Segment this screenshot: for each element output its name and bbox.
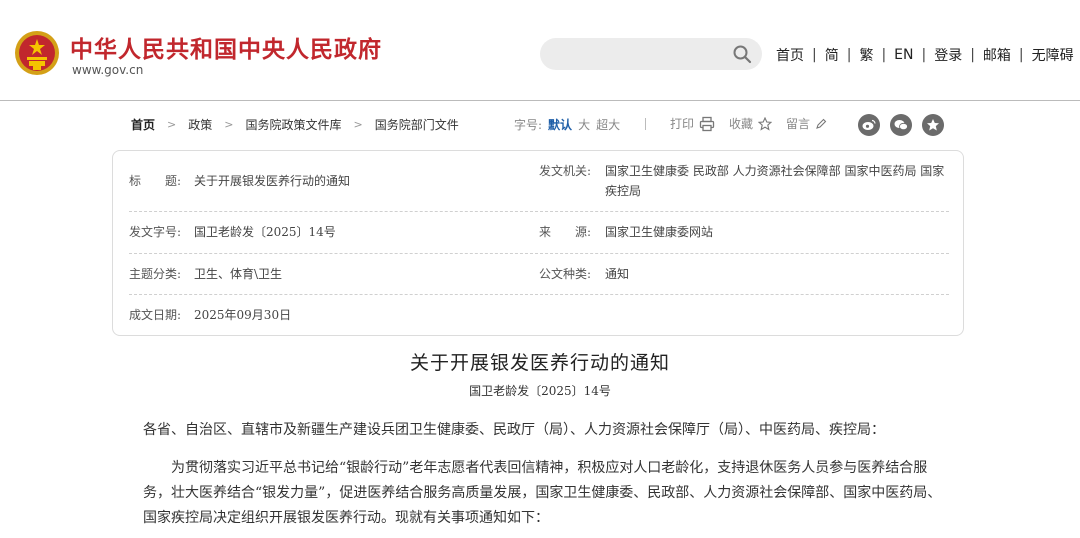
star-icon xyxy=(758,116,773,131)
article-tools: 打印 收藏 留言 xyxy=(670,115,841,132)
source-label: 来 源: xyxy=(539,225,592,239)
doc-type-value: 通知 xyxy=(605,267,630,281)
nav-divider: | xyxy=(921,47,927,63)
nav-divider: | xyxy=(970,47,975,63)
doc-number-value: 国卫老龄发〔2025〕14号 xyxy=(194,225,336,239)
nav-divider: | xyxy=(812,47,817,63)
nav-simplified[interactable]: 简 xyxy=(825,45,839,65)
issuer-field: 发文机关: 国家卫生健康委 民政部 人力资源社会保障部 国家中医药局 国家疾控局 xyxy=(539,161,949,201)
breadcrumb: 首页 > 政策 > 国务院政策文件库 > 国务院部门文件 xyxy=(131,116,459,133)
source-value: 国家卫生健康委网站 xyxy=(605,225,714,239)
national-emblem-icon[interactable] xyxy=(14,30,60,76)
nav-login[interactable]: 登录 xyxy=(934,45,962,65)
qzone-icon[interactable] xyxy=(922,114,944,136)
nav-divider: | xyxy=(881,47,887,63)
doc-type-label: 公文种类: xyxy=(539,267,592,281)
nav-traditional[interactable]: 繁 xyxy=(859,45,873,65)
search-icon[interactable] xyxy=(732,44,752,64)
nav-divider: | xyxy=(846,47,852,63)
comment-button[interactable]: 留言 xyxy=(786,115,827,132)
issuer-value: 国家卫生健康委 民政部 人力资源社会保障部 国家中医药局 国家疾控局 xyxy=(605,164,945,198)
metadata-row: 成文日期: 2025年09月30日 xyxy=(129,295,949,335)
nav-home[interactable]: 首页 xyxy=(776,45,804,65)
title-label: 标 题: xyxy=(129,174,182,188)
font-size-large[interactable]: 大 xyxy=(578,116,590,133)
share-bar xyxy=(858,114,954,136)
nav-mail[interactable]: 邮箱 xyxy=(983,45,1011,65)
source-field: 来 源: 国家卫生健康委网站 xyxy=(539,222,713,242)
metadata-row: 标 题: 关于开展银发医养行动的通知 发文机关: 国家卫生健康委 民政部 人力资… xyxy=(129,163,949,212)
weibo-icon[interactable] xyxy=(858,114,880,136)
issuer-label: 发文机关: xyxy=(539,164,592,178)
pencil-icon xyxy=(816,118,827,129)
topic-label: 主题分类: xyxy=(129,267,182,281)
breadcrumb-department-docs[interactable]: 国务院部门文件 xyxy=(375,116,459,133)
print-label: 打印 xyxy=(670,117,695,131)
font-size-label: 字号: xyxy=(514,118,543,132)
date-field: 成文日期: 2025年09月30日 xyxy=(129,305,291,325)
font-size-extra-large[interactable]: 超大 xyxy=(596,116,620,133)
metadata-row: 发文字号: 国卫老龄发〔2025〕14号 来 源: 国家卫生健康委网站 xyxy=(129,212,949,254)
title-value: 关于开展银发医养行动的通知 xyxy=(194,174,351,188)
font-size-default[interactable]: 默认 xyxy=(548,116,572,133)
metadata-row: 主题分类: 卫生、体育\卫生 公文种类: 通知 xyxy=(129,254,949,295)
breadcrumb-home[interactable]: 首页 xyxy=(131,116,155,133)
comment-label: 留言 xyxy=(786,117,811,131)
article-doc-number: 国卫老龄发〔2025〕14号 xyxy=(469,384,611,398)
date-value: 2025年09月30日 xyxy=(194,308,292,322)
chevron-right-icon: > xyxy=(224,118,234,131)
article-paragraph: 各省、自治区、直辖市及新疆生产建设兵团卫生健康委、民政厅（局）、人力资源社会保障… xyxy=(143,422,885,438)
doc-number-field: 发文字号: 国卫老龄发〔2025〕14号 xyxy=(129,222,336,242)
article-paragraph: 为贯彻落实习近平总书记给“银龄行动”老年志愿者代表回信精神，积极应对人口老龄化，… xyxy=(143,460,942,526)
nav-accessibility[interactable]: 无障碍 xyxy=(1032,45,1074,65)
favorite-label: 收藏 xyxy=(729,117,754,131)
site-url[interactable]: www.gov.cn xyxy=(72,63,143,77)
topic-field: 主题分类: 卫生、体育\卫生 xyxy=(129,264,282,284)
print-button[interactable]: 打印 xyxy=(670,115,715,132)
topic-value: 卫生、体育\卫生 xyxy=(194,267,283,281)
breadcrumb-policy-library[interactable]: 国务院政策文件库 xyxy=(245,116,341,133)
search-input[interactable] xyxy=(540,38,762,70)
article-title: 关于开展银发医养行动的通知 xyxy=(409,352,670,374)
date-label: 成文日期: xyxy=(129,308,182,322)
toolbar-divider xyxy=(645,118,646,130)
printer-icon xyxy=(699,116,715,131)
doc-number-label: 发文字号: xyxy=(129,225,182,239)
favorite-button[interactable]: 收藏 xyxy=(729,115,773,132)
site-header: 中华人民共和国中央人民政府 www.gov.cn 首页 | 简 | 繁 | EN… xyxy=(0,0,1080,101)
chevron-right-icon: > xyxy=(167,118,177,131)
chevron-right-icon: > xyxy=(353,118,363,131)
document-metadata: 标 题: 关于开展银发医养行动的通知 发文机关: 国家卫生健康委 民政部 人力资… xyxy=(112,150,964,336)
wechat-icon[interactable] xyxy=(890,114,912,136)
site-title[interactable]: 中华人民共和国中央人民政府 xyxy=(70,30,382,64)
nav-english[interactable]: EN xyxy=(894,47,913,63)
nav-divider: | xyxy=(1018,47,1024,63)
title-field: 标 题: 关于开展银发医养行动的通知 xyxy=(129,171,350,191)
top-nav: 首页 | 简 | 繁 | EN | 登录 | 邮箱 | 无障碍 xyxy=(776,45,1074,65)
font-size-switcher: 字号: 默认 大 超大 xyxy=(514,116,620,133)
doc-type-field: 公文种类: 通知 xyxy=(539,264,629,284)
breadcrumb-policy[interactable]: 政策 xyxy=(188,116,212,133)
